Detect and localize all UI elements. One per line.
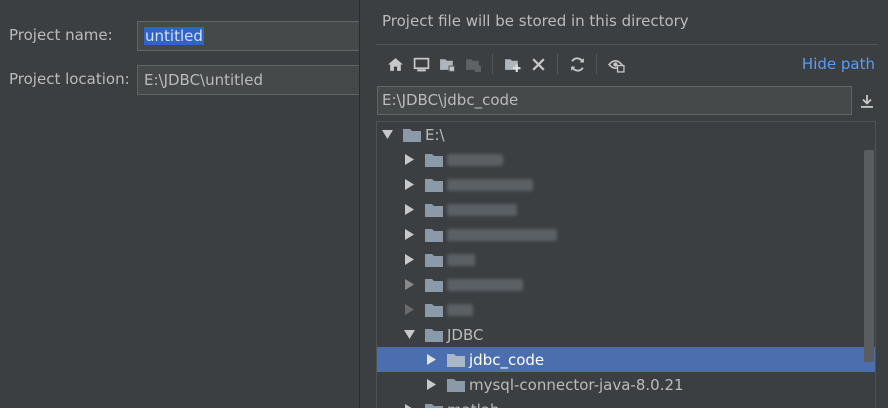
refresh-icon[interactable]: [564, 52, 590, 76]
tree-row-jdbc[interactable]: JDBC: [377, 322, 875, 347]
project-folder-icon[interactable]: [434, 52, 460, 76]
tree-row[interactable]: [377, 197, 875, 222]
collapsed-arrow-icon[interactable]: [425, 379, 437, 391]
download-icon[interactable]: [854, 88, 880, 114]
project-form: Project name: untitled Project location:…: [0, 0, 367, 408]
blurred-label: [447, 203, 517, 216]
tree-row[interactable]: [377, 297, 875, 322]
blurred-label: [447, 303, 473, 316]
toolbar-separator: [557, 54, 558, 74]
project-location-label: Project location:: [9, 70, 130, 88]
folder-icon: [425, 328, 443, 342]
project-name-value: untitled: [144, 27, 204, 45]
directory-tree[interactable]: E:\ JDBC jdbc_code mysql-connector-java-…: [376, 121, 876, 408]
collapsed-arrow-icon[interactable]: [403, 404, 415, 408]
desktop-icon[interactable]: [408, 52, 434, 76]
folder-icon: [425, 203, 443, 217]
new-folder-icon[interactable]: [499, 52, 525, 76]
drive-icon: [403, 128, 421, 142]
tree-row[interactable]: [377, 172, 875, 197]
blurred-label: [447, 178, 533, 191]
collapsed-arrow-icon[interactable]: [425, 354, 437, 366]
home-icon[interactable]: [382, 52, 408, 76]
tree-label: matlab: [447, 401, 500, 408]
tree-scrollbar[interactable]: [864, 150, 874, 362]
collapsed-arrow-icon[interactable]: [403, 179, 415, 191]
popup-divider: [376, 44, 878, 45]
chooser-toolbar: [382, 52, 629, 76]
blurred-label: [447, 228, 557, 241]
tree-label: mysql-connector-java-8.0.21: [469, 375, 684, 394]
path-input[interactable]: E:\JDBC\jdbc_code: [377, 86, 852, 115]
toolbar-separator: [492, 54, 493, 74]
project-name-input[interactable]: untitled: [137, 21, 367, 51]
folder-icon: [425, 228, 443, 242]
collapsed-arrow-icon[interactable]: [403, 204, 415, 216]
folder-icon: [447, 378, 465, 392]
tree-row-root[interactable]: E:\: [377, 122, 875, 147]
collapsed-arrow-icon[interactable]: [403, 304, 415, 316]
blurred-label: [447, 278, 523, 291]
project-location-input[interactable]: E:\JDBC\untitled: [137, 65, 367, 95]
delete-icon[interactable]: [525, 52, 551, 76]
project-name-label: Project name:: [9, 26, 113, 44]
tree-label: JDBC: [447, 325, 484, 344]
tree-row-jdbc-code[interactable]: jdbc_code: [377, 347, 875, 372]
collapsed-arrow-icon[interactable]: [403, 279, 415, 291]
folder-icon: [425, 403, 443, 408]
blurred-label: [447, 153, 503, 166]
toolbar-separator: [596, 54, 597, 74]
tree-label: jdbc_code: [469, 350, 545, 369]
folder-icon: [425, 303, 443, 317]
collapsed-arrow-icon[interactable]: [403, 154, 415, 166]
popup-title: Project file will be stored in this dire…: [382, 12, 689, 30]
folder-icon: [425, 278, 443, 292]
tree-row[interactable]: [377, 147, 875, 172]
tree-row-matlab[interactable]: matlab: [377, 397, 875, 408]
folder-icon: [447, 353, 465, 367]
blurred-label: [447, 253, 475, 266]
tree-row[interactable]: [377, 247, 875, 272]
show-hidden-icon[interactable]: [603, 52, 629, 76]
tree-row[interactable]: [377, 222, 875, 247]
tree-label: E:\: [425, 125, 445, 144]
module-folder-icon: [460, 52, 486, 76]
folder-icon: [425, 253, 443, 267]
collapsed-arrow-icon[interactable]: [403, 229, 415, 241]
collapsed-arrow-icon[interactable]: [403, 254, 415, 266]
hide-path-link[interactable]: Hide path: [802, 55, 875, 73]
tree-row-mysql-connector[interactable]: mysql-connector-java-8.0.21: [377, 372, 875, 397]
expanded-arrow-icon[interactable]: [403, 329, 415, 341]
tree-row[interactable]: [377, 272, 875, 297]
folder-icon: [425, 178, 443, 192]
directory-chooser-popup: Project file will be stored in this dire…: [359, 0, 888, 408]
folder-icon: [425, 153, 443, 167]
expanded-arrow-icon[interactable]: [381, 129, 393, 141]
